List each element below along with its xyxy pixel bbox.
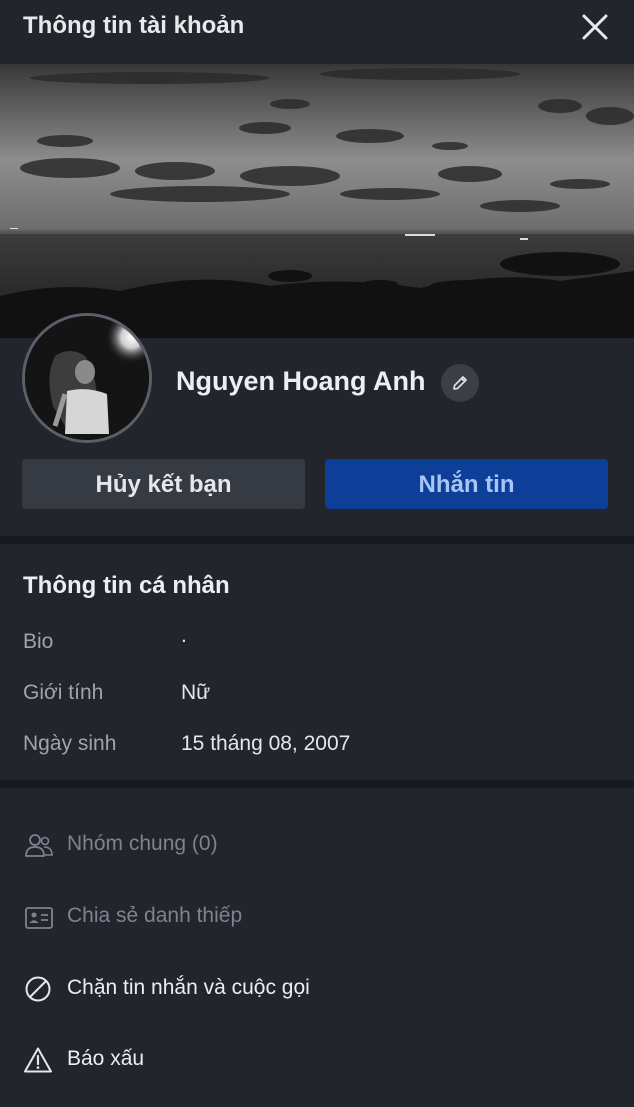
personal-info-title: Thông tin cá nhân: [23, 572, 230, 599]
bio-label: Bio: [23, 630, 54, 653]
common-groups-label: Nhóm chung (0): [67, 832, 218, 855]
share-contact-label: Chia sẻ danh thiếp: [67, 904, 243, 927]
edit-name-button[interactable]: [441, 364, 479, 402]
block-icon: [25, 976, 51, 1002]
birthday-label: Ngày sinh: [23, 732, 117, 755]
panel-title: Thông tin tài khoản: [23, 12, 245, 39]
gender-label: Giới tính: [23, 681, 104, 704]
bio-value: .: [181, 624, 187, 647]
divider: [0, 536, 634, 544]
pencil-icon: [453, 376, 467, 390]
group-icon: [25, 834, 53, 857]
gender-value: Nữ: [181, 681, 211, 704]
report-item[interactable]: Báo xấu: [0, 1030, 634, 1090]
warning-icon: [24, 1047, 52, 1073]
contact-card-icon: [25, 907, 53, 929]
birthday-value: 15 tháng 08, 2007: [181, 732, 351, 755]
common-groups-item[interactable]: Nhóm chung (0): [0, 815, 634, 875]
cover-photo: [0, 66, 634, 338]
share-contact-item[interactable]: Chia sẻ danh thiếp: [0, 887, 634, 947]
close-button[interactable]: [578, 10, 612, 44]
block-label: Chặn tin nhắn và cuộc gọi: [67, 976, 310, 999]
unfriend-button[interactable]: Hủy kết bạn: [22, 459, 305, 509]
block-item[interactable]: Chặn tin nhắn và cuộc gọi: [0, 959, 634, 1019]
divider: [0, 780, 634, 788]
profile-name: Nguyen Hoang Anh: [176, 366, 426, 396]
close-icon: [582, 14, 608, 40]
panel-header: Thông tin tài khoản: [0, 0, 634, 66]
avatar[interactable]: [22, 313, 152, 443]
message-button[interactable]: Nhắn tin: [325, 459, 608, 509]
report-label: Báo xấu: [67, 1047, 145, 1070]
